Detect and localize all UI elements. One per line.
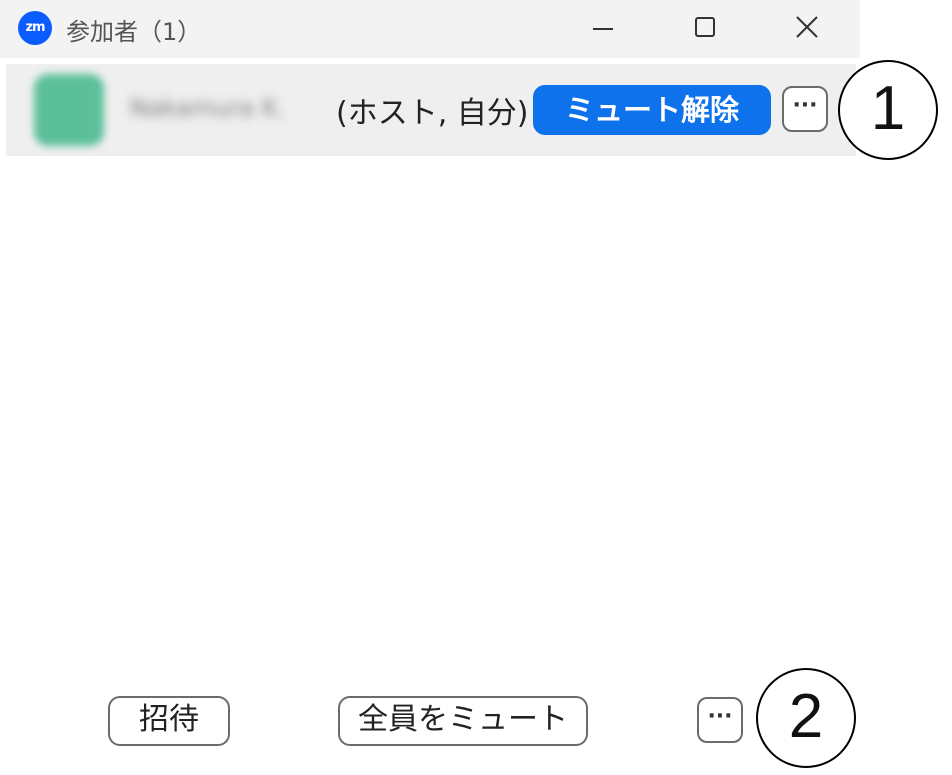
minimize-icon — [593, 28, 613, 30]
participant-more-button[interactable]: ··· — [782, 86, 828, 132]
participant-name: Nakamura K. — [130, 94, 286, 122]
participants-window: zm 参加者（1） Nakamura K. (ホスト, 自分) ミュート解除 ·… — [0, 0, 860, 775]
title-bar[interactable]: zm 参加者（1） — [0, 0, 860, 58]
footer-more-button[interactable]: ··· — [697, 697, 743, 743]
callout-marker-2: 2 — [756, 668, 856, 768]
minimize-button[interactable] — [580, 6, 626, 48]
zoom-logo-icon: zm — [18, 11, 52, 45]
avatar — [34, 74, 104, 146]
maximize-icon — [695, 17, 715, 37]
callout-marker-1: 1 — [838, 60, 938, 160]
more-icon: ··· — [707, 704, 733, 729]
more-icon: ··· — [792, 93, 818, 118]
mute-all-button[interactable]: 全員をミュート — [338, 696, 588, 746]
invite-button[interactable]: 招待 — [108, 696, 230, 746]
unmute-button[interactable]: ミュート解除 — [533, 85, 771, 135]
close-icon — [796, 16, 818, 38]
maximize-button[interactable] — [682, 6, 728, 48]
participant-role: (ホスト, 自分) — [336, 96, 529, 131]
window-title: 参加者（1） — [66, 18, 202, 46]
participant-row[interactable]: Nakamura K. (ホスト, 自分) ミュート解除 ··· — [6, 64, 856, 156]
close-button[interactable] — [784, 6, 830, 48]
